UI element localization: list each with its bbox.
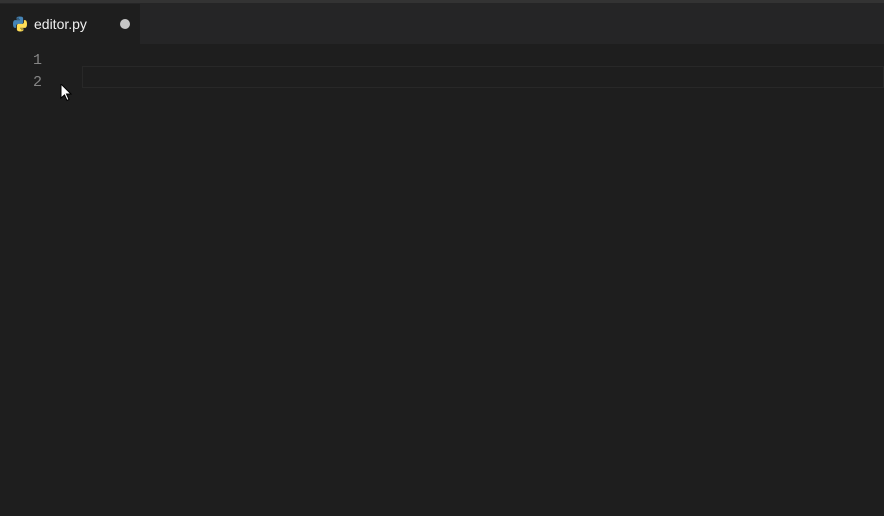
tab-editor-py[interactable]: editor.py [0, 4, 140, 44]
tab-dirty-indicator-icon[interactable] [120, 19, 130, 29]
line-number: 2 [0, 72, 42, 94]
line-number-gutter: 1 2 [0, 44, 58, 516]
code-content[interactable] [58, 44, 884, 516]
tab-label: editor.py [34, 16, 106, 32]
code-line[interactable] [58, 50, 884, 72]
line-number: 1 [0, 50, 42, 72]
code-line[interactable] [58, 72, 884, 94]
tab-bar: editor.py [0, 4, 884, 44]
python-file-icon [12, 16, 28, 32]
editor-area[interactable]: 1 2 [0, 44, 884, 516]
